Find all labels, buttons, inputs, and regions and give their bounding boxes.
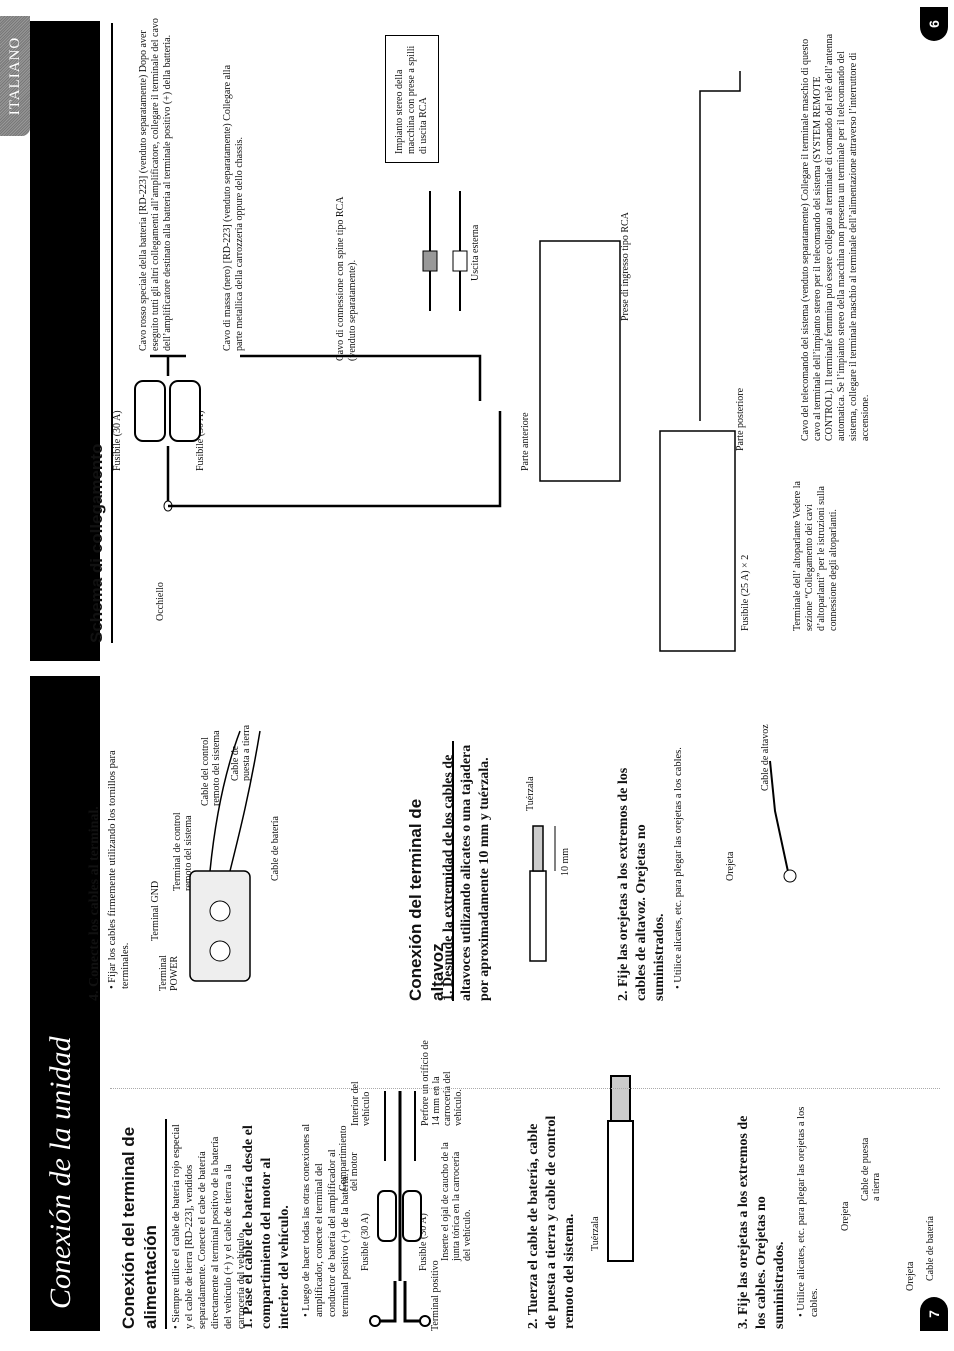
speaker-lug-label: Orejeta: [725, 851, 736, 881]
drill-hole-label: Perfore un orificio de 14 mm en la carro…: [420, 1040, 464, 1126]
lug-label-top: Orejeta: [840, 1201, 851, 1231]
fuse-label-top: Fusible (30 A): [360, 1213, 371, 1271]
external-output-label: Uscita esterna: [470, 224, 481, 281]
terminal-step-4-bullet: Fijar los cables firmemente utilizando l…: [106, 739, 132, 989]
vehicle-interior-label: Interior del vehículo: [350, 1081, 372, 1126]
power-step-2: 2. Tuerza el cable de batería, cable de …: [526, 1115, 577, 1329]
power-bullet: Siempre utilice el cable de batería rojo…: [170, 1124, 248, 1329]
speaker-terminal-description: Terminale dell’ altoparlante Vedere la s…: [792, 481, 839, 631]
power-step-1: 1. Pase el cable de batería desde el com…: [241, 1125, 292, 1329]
fuse-a-label: Fusibile (30 A): [112, 410, 123, 471]
column-divider: [110, 1088, 940, 1089]
speaker-cable-label: Cable de altavoz: [760, 724, 771, 791]
battery-cable-label-2: Cable de batería: [270, 816, 281, 881]
ground-cable-description: Cavo di massa (nero) [RD-223] (venduto s…: [222, 64, 245, 351]
engine-compartment-label: Compartimiento del motor: [338, 1125, 360, 1191]
gnd-terminal-label: Terminal GND: [150, 880, 161, 941]
remote-cable-description: Cavo del telecomando del sistema (vendut…: [800, 33, 871, 441]
grommet-label-it: Occhiello: [155, 582, 166, 621]
rca-cable-label: Cavo di connessione con spine tipo RCA (…: [335, 197, 358, 361]
ground-cable-label: Cable de puesta a tierra: [860, 1137, 882, 1201]
page-number-right: 6: [920, 7, 948, 41]
fuses-25-label: Fusibile (25 A) × 2: [740, 554, 751, 631]
positive-terminal-label: Terminal positivo: [430, 1260, 441, 1331]
banner-title: Conexión de la unidad: [44, 1036, 77, 1309]
front-label: Parte anteriore: [520, 412, 531, 471]
power-heading: Conexión del terminal de alimentación: [118, 1119, 167, 1329]
lug-label-bottom: Orejeta: [905, 1261, 916, 1291]
rca-inputs-label: Prese di ingresso tipo RCA: [620, 212, 631, 321]
rear-label: Parte posteriore: [735, 387, 746, 451]
battery-cable-label: Cable de batería: [925, 1216, 936, 1281]
power-terminal-label: Terminal POWER: [158, 955, 180, 991]
speaker-step-2-bullet: Utilice alicates, etc. para plegar las o…: [672, 734, 685, 989]
manual-spread: Conexión de la unidad Conexión del termi…: [0, 0, 954, 1351]
language-tab: ITALIANO: [0, 16, 30, 136]
power-step-3-bullet: Utilice alicates, etc. para plegar las o…: [795, 1097, 821, 1317]
terminal-step-4: 4. Conecte los cables al terminal.: [87, 806, 102, 1001]
twist-label-2: Tuérzala: [525, 776, 536, 811]
remote-cable-label: Cable del control remoto del sistema: [200, 730, 222, 806]
twist-label-1: Tuérzala: [590, 1216, 601, 1251]
stereo-unit-box: Impianto stereo della macchina con prese…: [385, 35, 439, 163]
speaker-step-2: 2. Fije las orejetas a los extremos de l…: [616, 767, 667, 1001]
wiring-heading: Schema di collegamento: [86, 23, 113, 643]
dimension-label: 10 mm: [560, 847, 571, 876]
grommet-label: Inserte el ojal de caucho de la junta tó…: [440, 1142, 473, 1261]
speaker-step-1: 1. Desnude la extremidad de los cables d…: [441, 744, 492, 1001]
page-number-left: 7: [920, 1297, 948, 1331]
red-cable-description: Cavo rosso speciale della batteria [RD-2…: [138, 18, 173, 351]
power-step-3: 3. Fije las orejetas a los extremos de l…: [736, 1115, 787, 1329]
